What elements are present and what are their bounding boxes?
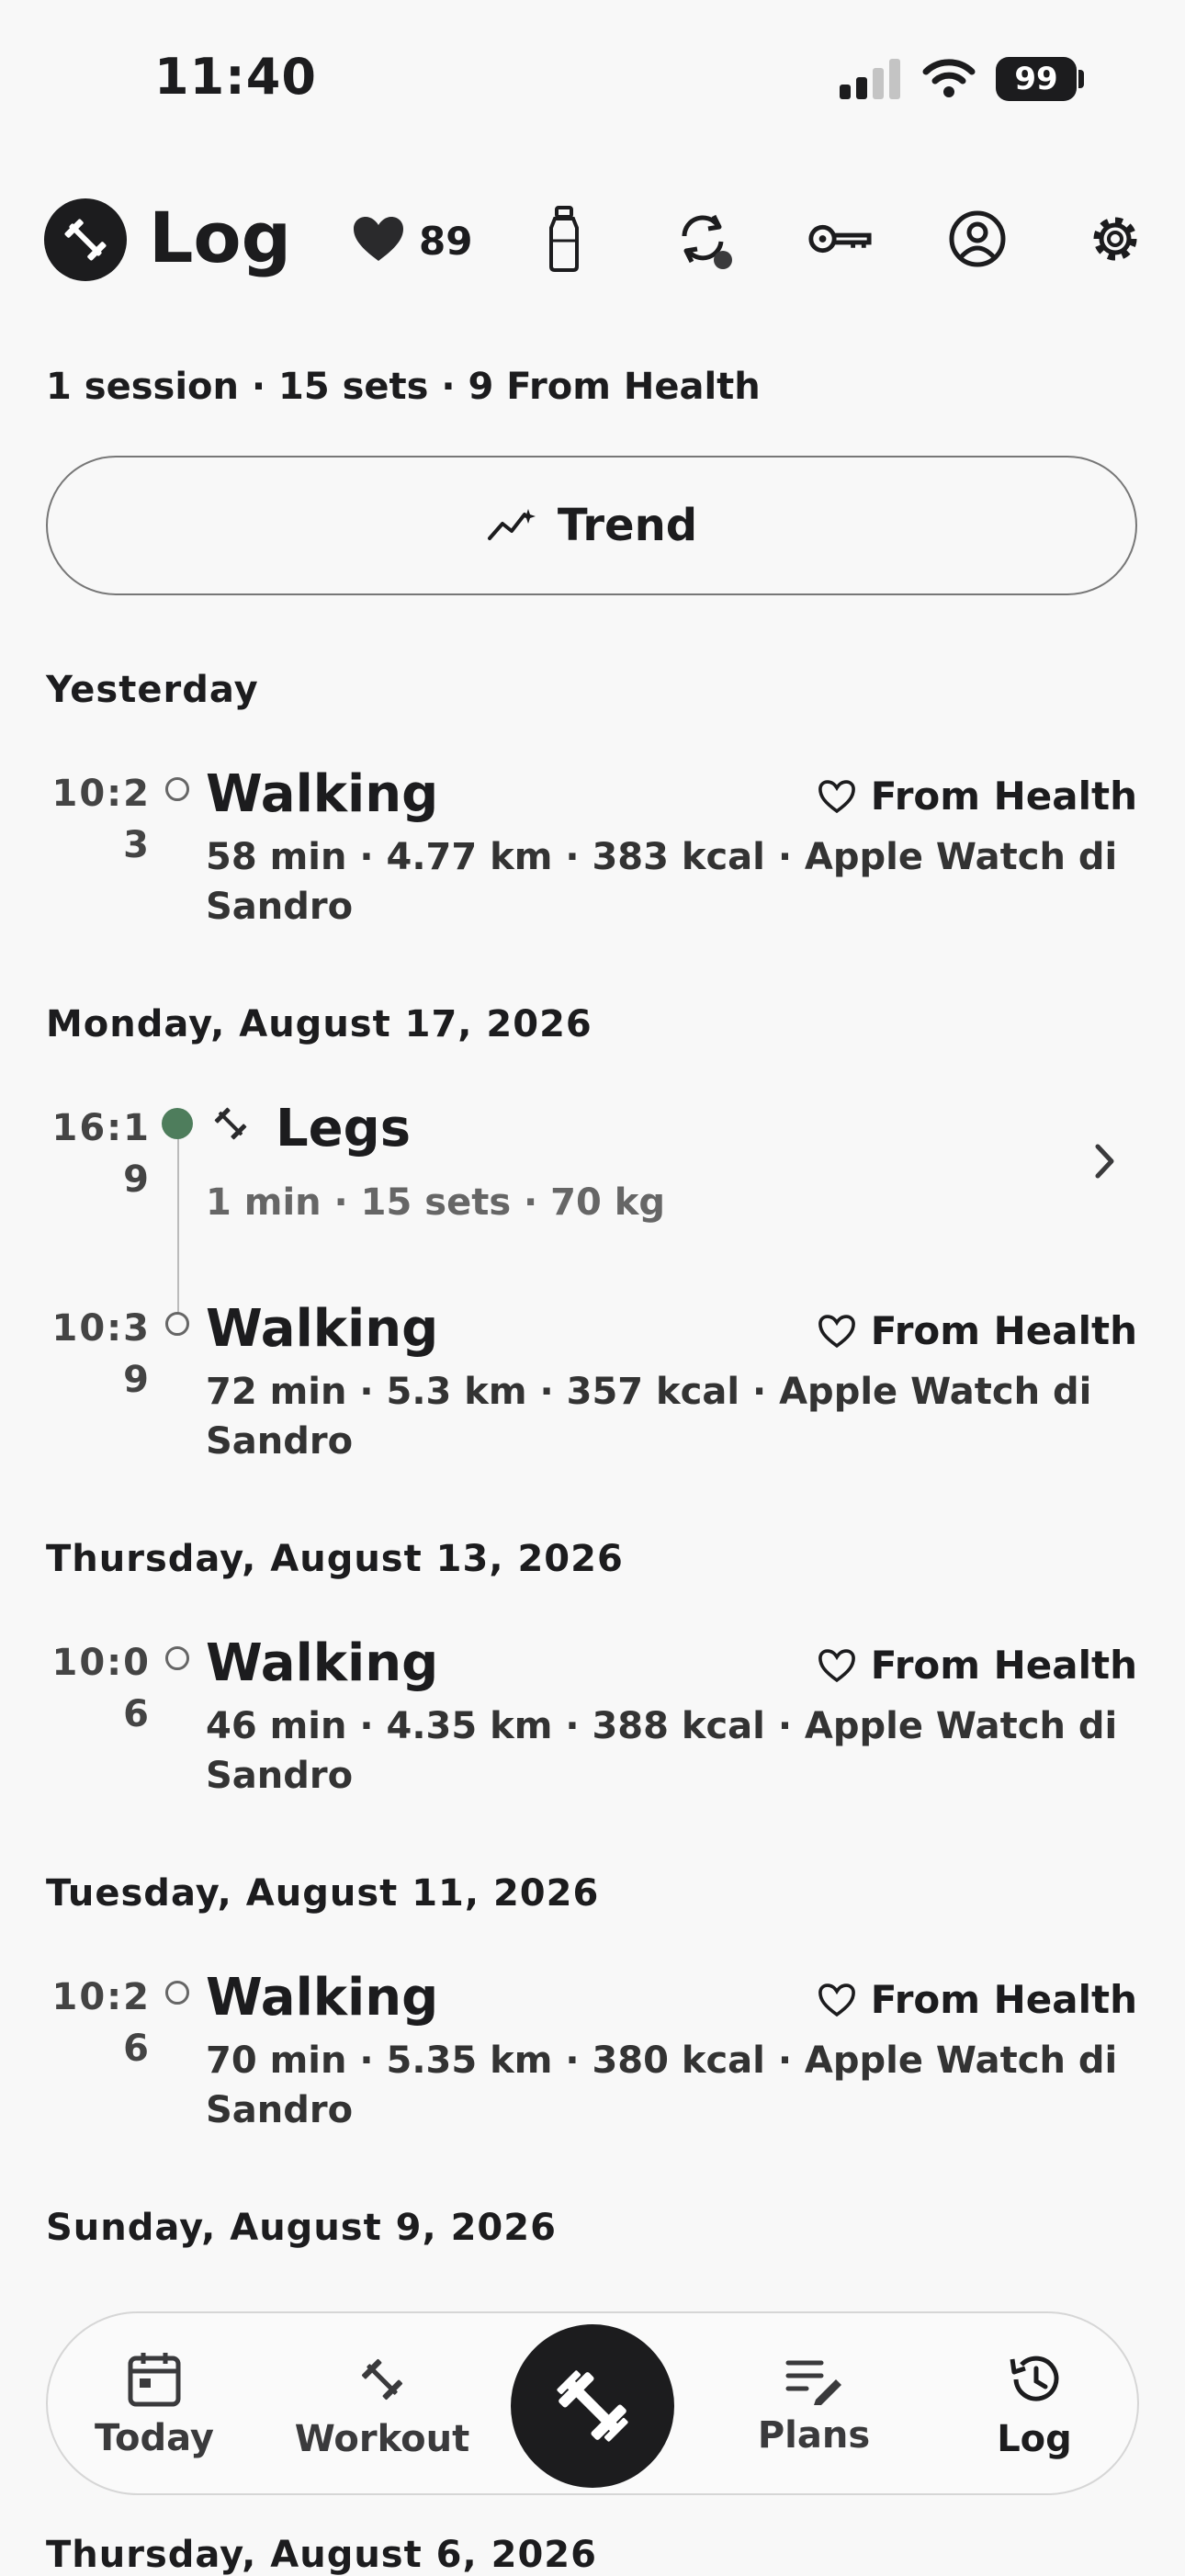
entry-detail: 1 min · 15 sets · 70 kg xyxy=(206,1181,665,1224)
dumbbell-icon xyxy=(361,2358,403,2401)
entry-title[interactable]: Walking xyxy=(206,1299,438,1359)
start-workout-button[interactable] xyxy=(511,2324,674,2488)
user-circle-icon xyxy=(949,210,1006,267)
heart-outline-icon xyxy=(818,1648,855,1682)
cellular-signal-icon xyxy=(840,59,900,99)
entry-title[interactable]: Legs xyxy=(276,1099,411,1158)
tab-log[interactable]: Log xyxy=(942,2313,1126,2497)
calendar-icon xyxy=(128,2353,181,2407)
settings-button[interactable] xyxy=(1082,206,1148,272)
tab-today-label: Today xyxy=(95,2417,214,2459)
day-header: Thursday, August 6, 2026 xyxy=(46,2534,597,2576)
dumbbell-icon xyxy=(557,2370,628,2442)
from-health-label: From Health xyxy=(870,774,1137,819)
day-header: Tuesday, August 11, 2026 xyxy=(46,1872,600,1915)
timeline-connector xyxy=(177,1124,179,1327)
timeline-ring xyxy=(165,1312,189,1336)
from-health-label: From Health xyxy=(870,1308,1137,1353)
day-header: Yesterday xyxy=(46,669,259,711)
sync-icon xyxy=(682,214,732,269)
heart-rate-value: 89 xyxy=(419,219,473,264)
history-icon xyxy=(1010,2356,1059,2401)
battery-nub xyxy=(1078,70,1084,88)
log-summary: 1 session · 15 sets · 9 From Health xyxy=(46,366,761,408)
entry-detail: 46 min · 4.35 km · 388 kcal · Apple Watc… xyxy=(206,1705,1118,1797)
timeline-ring xyxy=(165,1981,189,2005)
heart-outline-icon xyxy=(818,1314,855,1348)
wifi-icon xyxy=(922,59,976,97)
entry-time: 10:26 xyxy=(51,1976,151,2070)
tab-today[interactable]: Today xyxy=(62,2313,246,2497)
timeline-ring xyxy=(165,777,189,801)
entry-detail: 70 min · 5.35 km · 380 kcal · Apple Watc… xyxy=(206,2039,1118,2131)
entry-time: 16:19 xyxy=(51,1107,151,1201)
from-health-badge: From Health xyxy=(818,1643,1137,1688)
entry-time: 10:06 xyxy=(51,1642,151,1735)
heart-outline-icon xyxy=(818,1983,855,2017)
from-health-label: From Health xyxy=(870,1643,1137,1688)
heart-icon xyxy=(354,217,403,261)
entry-time: 10:23 xyxy=(51,773,151,866)
entry-time: 10:39 xyxy=(51,1307,151,1401)
trend-chart-icon xyxy=(487,509,536,540)
status-time: 11:40 xyxy=(154,48,317,106)
day-header: Thursday, August 13, 2026 xyxy=(46,1538,624,1580)
profile-button[interactable] xyxy=(944,206,1010,272)
tab-plans[interactable]: Plans xyxy=(722,2313,906,2497)
heart-outline-icon xyxy=(818,779,855,813)
entry-detail: 58 min · 4.77 km · 383 kcal · Apple Watc… xyxy=(206,836,1118,928)
water-bottle-button[interactable] xyxy=(531,206,597,272)
tab-log-label: Log xyxy=(997,2418,1072,2460)
entry-detail: 72 min · 5.3 km · 357 kcal · Apple Watch… xyxy=(206,1371,1092,1463)
day-header: Monday, August 17, 2026 xyxy=(46,1003,592,1045)
from-health-badge: From Health xyxy=(818,1308,1137,1353)
tab-workout[interactable]: Workout xyxy=(281,2313,483,2497)
sync-button[interactable] xyxy=(671,206,737,272)
tab-workout-label: Workout xyxy=(294,2418,470,2460)
dumbbell-icon xyxy=(214,1107,247,1140)
entry-title[interactable]: Walking xyxy=(206,1968,438,2028)
trend-button[interactable]: Trend xyxy=(46,456,1137,595)
app-logo-icon xyxy=(44,198,127,281)
day-header: Sunday, August 9, 2026 xyxy=(46,2207,557,2249)
heart-rate-button[interactable] xyxy=(345,206,412,272)
from-health-label: From Health xyxy=(870,1977,1137,2022)
entry-title[interactable]: Walking xyxy=(206,764,438,824)
page-title: Log xyxy=(149,197,292,278)
entry-title[interactable]: Walking xyxy=(206,1633,438,1693)
bottle-icon xyxy=(549,206,579,272)
list-edit-icon xyxy=(785,2360,841,2405)
key-button[interactable] xyxy=(807,206,873,272)
tab-plans-label: Plans xyxy=(757,2414,871,2457)
key-icon xyxy=(808,224,872,254)
timeline-ring xyxy=(165,1646,189,1670)
from-health-badge: From Health xyxy=(818,774,1137,819)
battery-indicator: 99 xyxy=(996,57,1077,101)
gear-icon xyxy=(1093,217,1137,261)
chevron-right-icon[interactable] xyxy=(1093,1143,1117,1180)
timeline-dot xyxy=(162,1108,193,1139)
trend-label: Trend xyxy=(557,500,698,551)
from-health-badge: From Health xyxy=(818,1977,1137,2022)
